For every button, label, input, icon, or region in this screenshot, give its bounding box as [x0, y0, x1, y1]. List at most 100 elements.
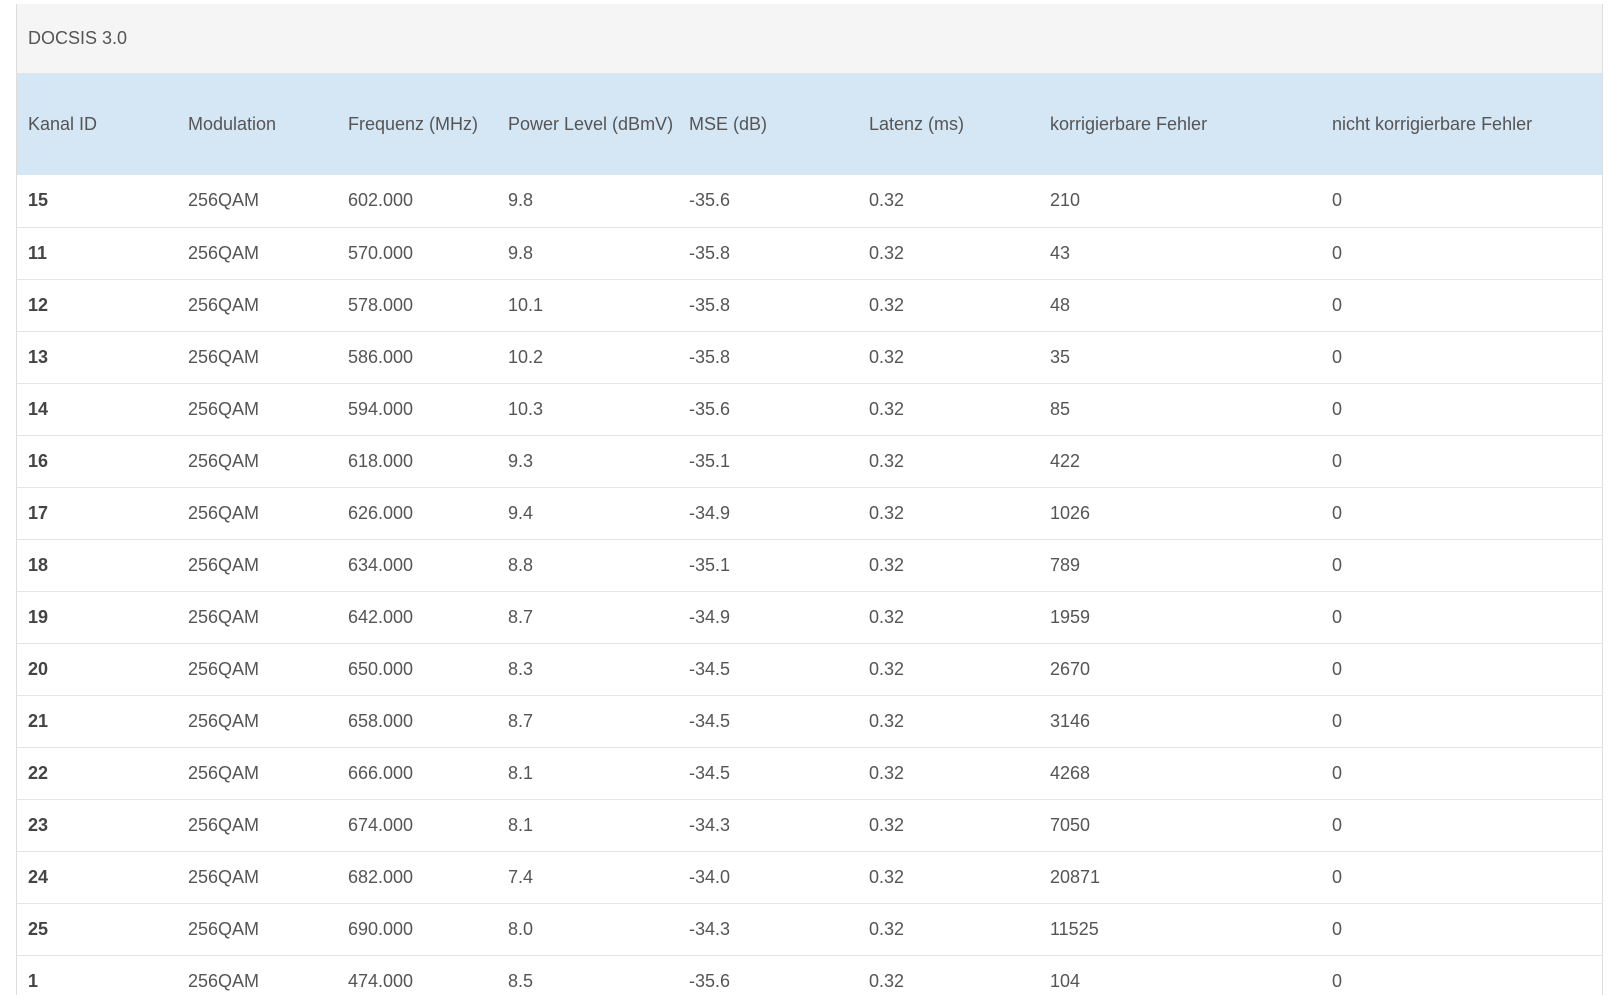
channel-id-cell: 20	[28, 658, 49, 679]
uncorrectable-errors-cell: 0	[1332, 970, 1343, 991]
correctable-errors-cell: 35	[1050, 346, 1071, 367]
header-uncorrectable-errors: nicht korrigierbare Fehler	[1332, 114, 1533, 134]
correctable-errors-cell: 20871	[1050, 866, 1101, 887]
table-row: 24 256QAM 682.000 7.4 -34.0 0.32 20871 0	[17, 851, 1602, 903]
power-level-cell: 8.7	[508, 710, 534, 731]
modulation-cell: 256QAM	[188, 710, 260, 731]
table-row: 19 256QAM 642.000 8.7 -34.9 0.32 1959 0	[17, 591, 1602, 643]
mse-cell: -34.5	[689, 762, 731, 783]
uncorrectable-errors-cell: 0	[1332, 294, 1343, 315]
channel-id-cell: 15	[28, 190, 49, 211]
correctable-errors-cell: 1959	[1050, 606, 1091, 627]
table-row: 22 256QAM 666.000 8.1 -34.5 0.32 4268 0	[17, 747, 1602, 799]
uncorrectable-errors-cell: 0	[1332, 762, 1343, 783]
table-row: 16 256QAM 618.000 9.3 -35.1 0.32 422 0	[17, 435, 1602, 487]
modulation-cell: 256QAM	[188, 606, 260, 627]
header-correctable-errors: korrigierbare Fehler	[1050, 114, 1208, 134]
modulation-cell: 256QAM	[188, 450, 260, 471]
frequency-cell: 602.000	[348, 190, 414, 211]
channel-id-cell: 13	[28, 346, 49, 367]
power-level-cell: 8.1	[508, 814, 534, 835]
mse-cell: -35.1	[689, 450, 731, 471]
frequency-cell: 474.000	[348, 970, 414, 991]
channel-id-cell: 11	[28, 242, 48, 263]
latency-cell: 0.32	[869, 554, 905, 575]
uncorrectable-errors-cell: 0	[1332, 814, 1343, 835]
power-level-cell: 8.7	[508, 606, 534, 627]
channel-id-cell: 18	[28, 554, 49, 575]
uncorrectable-errors-cell: 0	[1332, 918, 1343, 939]
frequency-cell: 634.000	[348, 554, 414, 575]
power-level-cell: 10.1	[508, 294, 544, 315]
uncorrectable-errors-cell: 0	[1332, 190, 1343, 211]
correctable-errors-cell: 789	[1050, 554, 1081, 575]
uncorrectable-errors-cell: 0	[1332, 554, 1343, 575]
header-mse: MSE (dB)	[689, 114, 768, 134]
modulation-cell: 256QAM	[188, 866, 260, 887]
uncorrectable-errors-cell: 0	[1332, 658, 1343, 679]
latency-cell: 0.32	[869, 866, 905, 887]
power-level-cell: 8.8	[508, 554, 534, 575]
mse-cell: -35.6	[689, 398, 731, 419]
table-row: 13 256QAM 586.000 10.2 -35.8 0.32 35 0	[17, 331, 1602, 383]
frequency-cell: 682.000	[348, 866, 414, 887]
frequency-cell: 690.000	[348, 918, 414, 939]
channel-id-cell: 24	[28, 866, 49, 887]
table-row: 11 256QAM 570.000 9.8 -35.8 0.32 43 0	[17, 227, 1602, 279]
frequency-cell: 650.000	[348, 658, 414, 679]
mse-cell: -34.9	[689, 606, 731, 627]
table-row: 1 256QAM 474.000 8.5 -35.6 0.32 104 0	[17, 955, 1602, 995]
uncorrectable-errors-cell: 0	[1332, 398, 1343, 419]
power-level-cell: 10.3	[508, 398, 544, 419]
modulation-cell: 256QAM	[188, 762, 260, 783]
panel-title: DOCSIS 3.0	[17, 4, 1602, 74]
channel-id-cell: 1	[28, 970, 39, 991]
frequency-cell: 674.000	[348, 814, 414, 835]
modulation-cell: 256QAM	[188, 502, 260, 523]
uncorrectable-errors-cell: 0	[1332, 606, 1343, 627]
mse-cell: -35.8	[689, 294, 731, 315]
latency-cell: 0.32	[869, 970, 905, 991]
correctable-errors-cell: 43	[1050, 242, 1071, 263]
table-header: Kanal ID Modulation Frequenz (MHz) Power…	[17, 74, 1602, 175]
docsis-panel: DOCSIS 3.0 Kanal ID Modulation Frequenz …	[16, 4, 1603, 995]
uncorrectable-errors-cell: 0	[1332, 242, 1343, 263]
latency-cell: 0.32	[869, 346, 905, 367]
frequency-cell: 658.000	[348, 710, 414, 731]
mse-cell: -35.6	[689, 970, 731, 991]
channel-id-cell: 14	[28, 398, 49, 419]
channel-id-cell: 21	[28, 710, 49, 731]
power-level-cell: 9.4	[508, 502, 534, 523]
correctable-errors-cell: 1026	[1050, 502, 1091, 523]
uncorrectable-errors-cell: 0	[1332, 866, 1343, 887]
power-level-cell: 9.8	[508, 242, 534, 263]
channel-id-cell: 23	[28, 814, 49, 835]
latency-cell: 0.32	[869, 450, 905, 471]
frequency-cell: 618.000	[348, 450, 414, 471]
mse-cell: -35.1	[689, 554, 731, 575]
correctable-errors-cell: 422	[1050, 450, 1081, 471]
mse-cell: -34.3	[689, 814, 731, 835]
power-level-cell: 10.2	[508, 346, 544, 367]
mse-cell: -34.3	[689, 918, 731, 939]
modulation-cell: 256QAM	[188, 814, 260, 835]
channel-id-cell: 19	[28, 606, 49, 627]
modulation-cell: 256QAM	[188, 190, 260, 211]
modulation-cell: 256QAM	[188, 658, 260, 679]
frequency-cell: 586.000	[348, 346, 414, 367]
correctable-errors-cell: 3146	[1050, 710, 1091, 731]
header-power-level: Power Level (dBmV)	[508, 114, 674, 134]
latency-cell: 0.32	[869, 502, 905, 523]
correctable-errors-cell: 104	[1050, 970, 1081, 991]
correctable-errors-cell: 48	[1050, 294, 1071, 315]
header-channel-id: Kanal ID	[28, 114, 98, 134]
latency-cell: 0.32	[869, 606, 905, 627]
latency-cell: 0.32	[869, 398, 905, 419]
channel-id-cell: 22	[28, 762, 49, 783]
correctable-errors-cell: 210	[1050, 190, 1081, 211]
table-row: 18 256QAM 634.000 8.8 -35.1 0.32 789 0	[17, 539, 1602, 591]
latency-cell: 0.32	[869, 918, 905, 939]
mse-cell: -34.0	[689, 866, 731, 887]
power-level-cell: 7.4	[508, 866, 534, 887]
frequency-cell: 626.000	[348, 502, 414, 523]
